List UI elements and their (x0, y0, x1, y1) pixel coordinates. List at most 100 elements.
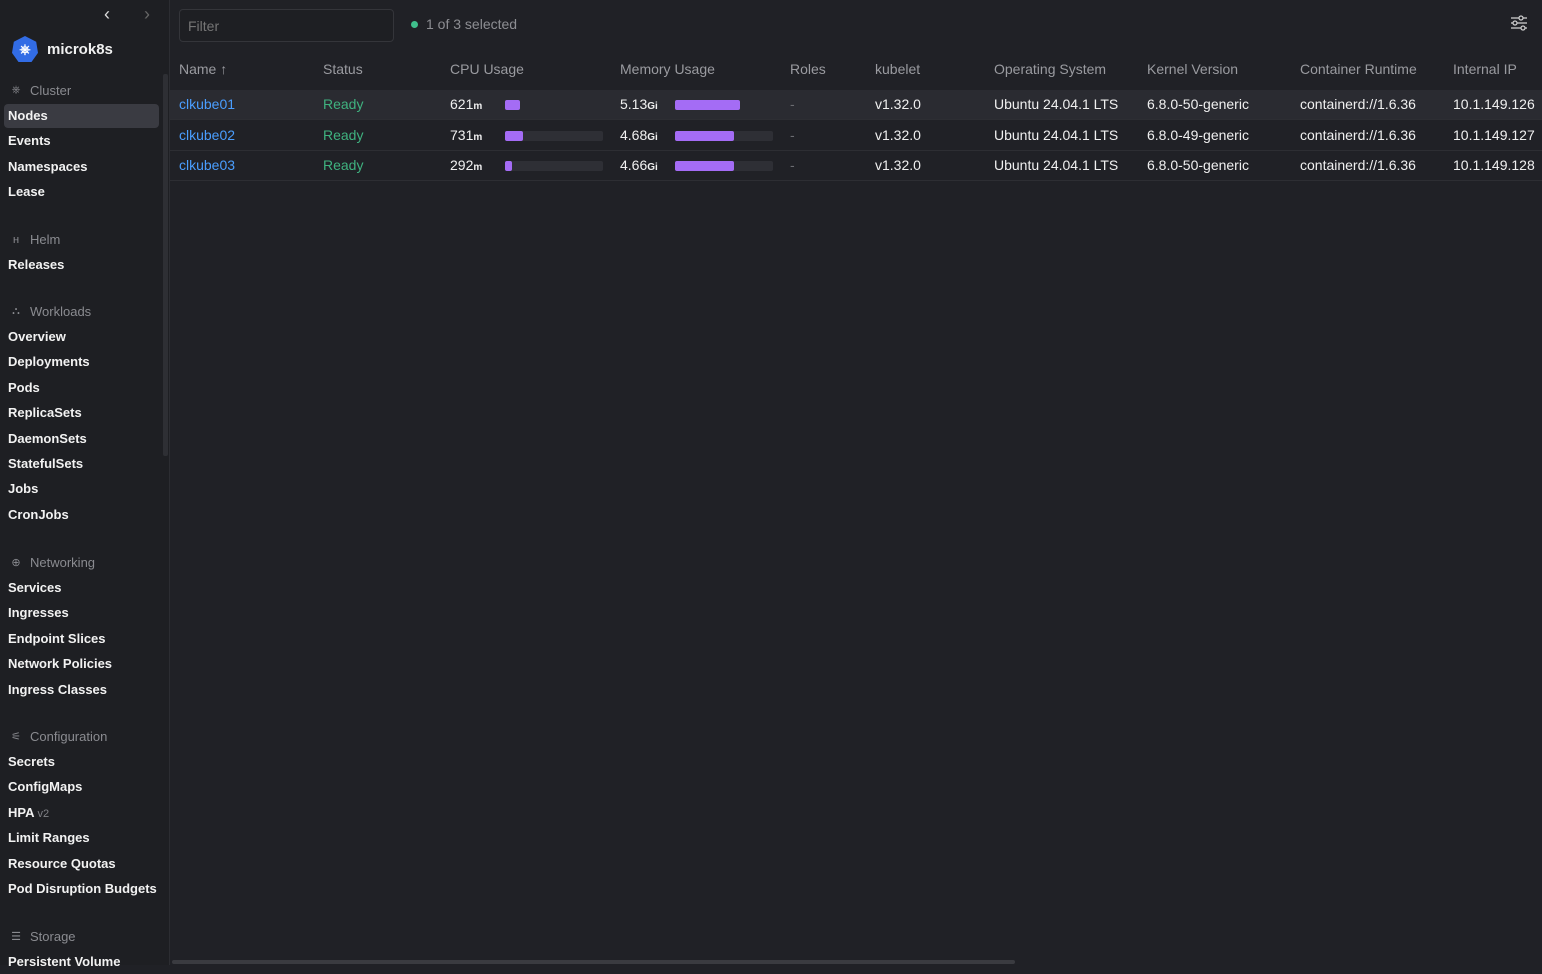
section-title: Cluster (30, 83, 72, 98)
internal-ip-cell: 10.1.149.126 (1453, 96, 1535, 112)
sidebar-item-events[interactable]: Events (4, 129, 159, 153)
sidebar-item-jobs[interactable]: Jobs (4, 477, 159, 501)
sidebar-item-label: Services (8, 580, 62, 595)
os-cell: Ubuntu 24.04.1 LTS (994, 157, 1119, 173)
column-header[interactable]: CPU Usage (450, 61, 524, 77)
status-cell: Ready (323, 96, 364, 112)
runtime-cell: containerd://1.6.36 (1300, 157, 1416, 173)
sidebar-item-secrets[interactable]: Secrets (4, 750, 159, 774)
sidebar-item-label: Nodes (8, 108, 48, 123)
sidebar-item-ingresses[interactable]: Ingresses (4, 601, 159, 625)
section-title: Helm (30, 232, 61, 247)
column-header[interactable]: Roles (790, 61, 826, 77)
sidebar-item-services[interactable]: Services (4, 576, 159, 600)
table-row[interactable]: clkube03 Ready 292m 4.66Gi - v1.32.0 Ubu… (170, 151, 1542, 181)
cluster-header[interactable]: ⎈ microk8s (12, 36, 113, 62)
sidebar-item-lease[interactable]: Lease (4, 180, 159, 204)
sidebar-section-configuration: ⚟ Configuration (8, 729, 107, 744)
sidebar-item-limit-ranges[interactable]: Limit Ranges (4, 826, 159, 850)
selection-count: 1 of 3 selected (426, 16, 518, 32)
roles-cell: - (790, 126, 795, 143)
cpu-usage-bar (505, 130, 603, 141)
sidebar-scrollbar[interactable] (163, 74, 168, 456)
column-header[interactable]: Internal IP (1453, 61, 1517, 77)
column-header[interactable]: Status (323, 61, 363, 77)
kernel-cell: 6.8.0-49-generic (1147, 126, 1249, 143)
runtime-cell: containerd://1.6.36 (1300, 126, 1416, 143)
forward-arrow-icon[interactable]: › (144, 4, 150, 25)
filter-input[interactable] (179, 9, 394, 42)
sidebar-item-statefulsets[interactable]: StatefulSets (4, 452, 159, 476)
kernel-cell: 6.8.0-50-generic (1147, 157, 1249, 173)
memory-usage-fill (675, 130, 734, 141)
networking-icon: ⊕ (11, 557, 21, 569)
node-name-link[interactable]: clkube02 (179, 127, 235, 143)
column-header[interactable]: Container Runtime (1300, 61, 1417, 77)
sidebar-section-cluster: ⎈ Cluster (8, 83, 72, 98)
cpu-value: 621m (450, 96, 482, 112)
section-title: Configuration (30, 729, 108, 744)
version-badge: v2 (37, 807, 50, 820)
memory-usage-bar (675, 100, 773, 110)
sidebar-item-label: Lease (8, 184, 45, 200)
sidebar-item-namespaces[interactable]: Namespaces (4, 155, 159, 179)
sidebar-item-nodes[interactable]: Nodes (4, 104, 159, 128)
column-header[interactable]: Memory Usage (620, 61, 715, 77)
sidebar-item-persistent-volume[interactable]: Persistent Volume (4, 950, 159, 974)
sidebar: ‹ › ⎈ microk8s ⎈ Cluster Nodes Events Namesp… (0, 0, 170, 969)
sidebar-item-pods[interactable]: Pods (4, 376, 159, 400)
sidebar-item-releases[interactable]: Releases (4, 253, 159, 277)
memory-amount: 4.66 (620, 157, 648, 173)
memory-unit: Gi (647, 162, 658, 173)
section-title: Workloads (30, 304, 92, 319)
horizontal-scrollbar[interactable] (172, 960, 1015, 964)
cpu-amount: 292 (450, 157, 474, 173)
column-settings-icon[interactable] (1510, 14, 1528, 32)
sidebar-item-label: HPA (8, 804, 35, 820)
column-header[interactable]: Operating System (994, 61, 1106, 77)
kubernetes-logo-icon: ⎈ (12, 36, 38, 62)
sidebar-item-overview[interactable]: Overview (4, 325, 159, 349)
table-row[interactable]: clkube01 Ready 621m 5.13Gi - v1.32.0 Ubu… (170, 90, 1542, 120)
node-name-link[interactable]: clkube01 (179, 96, 235, 112)
kubelet-cell: v1.32.0 (875, 96, 921, 112)
os-cell: Ubuntu 24.04.1 LTS (994, 126, 1119, 143)
memory-usage-fill (675, 161, 734, 171)
sidebar-item-label: Ingresses (8, 605, 69, 621)
node-name-link[interactable]: clkube03 (179, 157, 235, 173)
memory-value: 5.13Gi (620, 96, 658, 112)
column-header[interactable]: Name ↑ (179, 61, 227, 77)
cpu-amount: 621 (450, 96, 474, 112)
sidebar-item-configmaps[interactable]: ConfigMaps (4, 775, 159, 799)
sidebar-item-label: ReplicaSets (8, 405, 82, 421)
roles-cell: - (790, 157, 795, 173)
cpu-unit: m (473, 101, 483, 112)
sidebar-item-network-policies[interactable]: Network Policies (4, 652, 159, 676)
column-header[interactable]: kubelet (875, 61, 920, 77)
sidebar-item-label: Network Policies (8, 656, 113, 672)
sidebar-item-label: ConfigMaps (8, 779, 83, 795)
sidebar-item-endpoint-slices[interactable]: Endpoint Slices (4, 627, 159, 651)
sidebar-item-hpa[interactable]: HPA v2 (4, 801, 159, 825)
sidebar-item-replicasets[interactable]: ReplicaSets (4, 401, 159, 425)
helm-icon: ʜ (12, 233, 20, 246)
memory-unit: Gi (647, 101, 658, 112)
memory-amount: 5.13 (620, 96, 648, 112)
sidebar-item-label: Endpoint Slices (8, 630, 106, 646)
sidebar-section-networking: ⊕ Networking (8, 555, 95, 570)
sidebar-item-deployments[interactable]: Deployments (4, 350, 159, 374)
memory-usage-fill (675, 100, 740, 110)
sidebar-section-workloads: ⛬ Workloads (8, 304, 91, 319)
back-arrow-icon[interactable]: ‹ (104, 4, 110, 25)
cpu-usage-fill (505, 161, 512, 171)
sidebar-item-label: Pods (8, 379, 40, 395)
sidebar-item-daemonsets[interactable]: DaemonSets (4, 427, 159, 451)
sidebar-section-helm: ʜ Helm (8, 232, 60, 247)
table-row[interactable]: clkube02 Ready 731m 4.68Gi - v1.32.0 Ubu… (170, 121, 1542, 151)
sidebar-item-pod-disruption-budgets[interactable]: Pod Disruption Budgets (4, 877, 159, 901)
sidebar-item-cronjobs[interactable]: CronJobs (4, 503, 159, 527)
column-header[interactable]: Kernel Version (1147, 61, 1238, 77)
sidebar-item-ingress-classes[interactable]: Ingress Classes (4, 678, 159, 702)
sidebar-item-label: CronJobs (8, 506, 69, 522)
sidebar-item-resource-quotas[interactable]: Resource Quotas (4, 852, 159, 876)
